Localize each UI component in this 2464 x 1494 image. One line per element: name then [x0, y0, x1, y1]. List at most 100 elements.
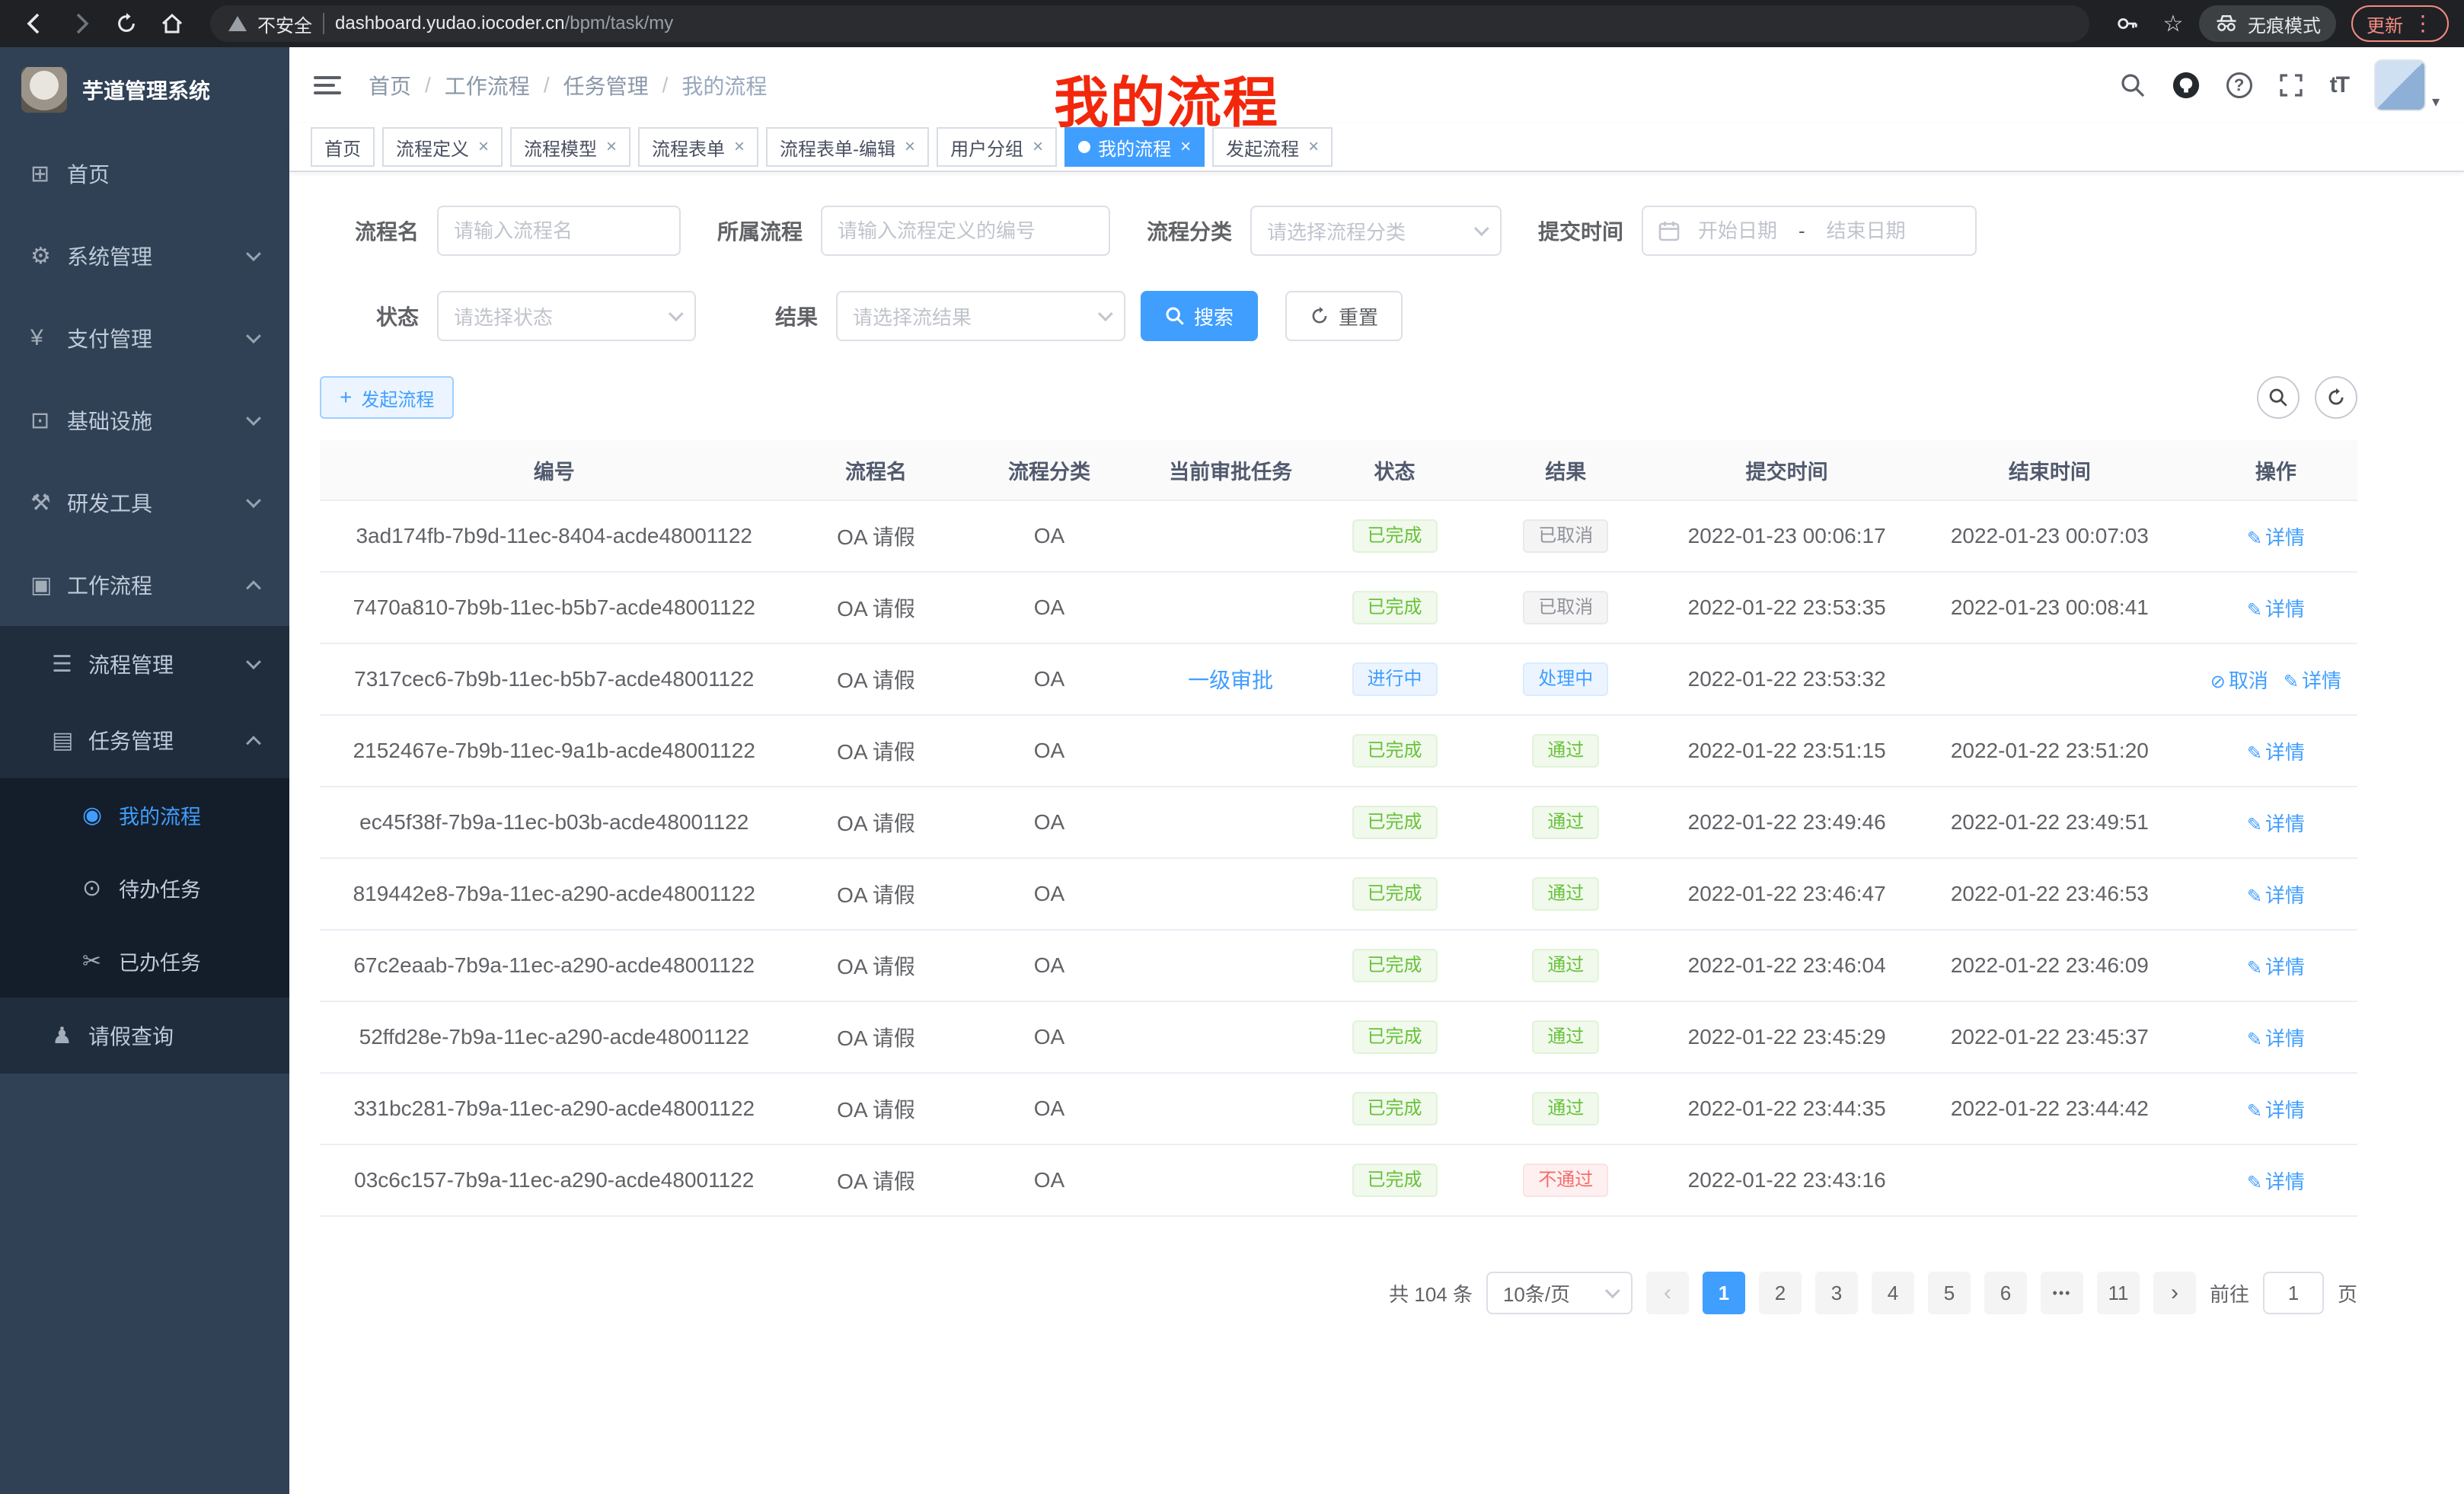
- detail-link[interactable]: ✎详情: [2247, 884, 2305, 907]
- cell-result: 通过: [1463, 877, 1668, 911]
- toggle-search-button[interactable]: [2257, 376, 2300, 419]
- search-icon[interactable]: [2120, 72, 2146, 98]
- tab-home[interactable]: 首页: [311, 127, 375, 167]
- tab-process-form[interactable]: 流程表单×: [638, 127, 758, 167]
- cell-category: OA: [964, 1025, 1135, 1049]
- status-select[interactable]: 请选择状态: [437, 291, 696, 341]
- help-icon[interactable]: ?: [2226, 72, 2252, 98]
- page-button[interactable]: 11: [2097, 1272, 2140, 1314]
- cell-id: 2152467e-7b9b-11ec-9a1b-acde48001122: [320, 739, 788, 763]
- close-icon[interactable]: ×: [1308, 136, 1319, 158]
- tab-process-form-edit[interactable]: 流程表单-编辑×: [766, 127, 929, 167]
- current-task-link[interactable]: 一级审批: [1188, 669, 1273, 692]
- hamburger-icon[interactable]: [314, 76, 341, 94]
- cell-actions: ✎详情: [2194, 880, 2357, 908]
- search-button[interactable]: 搜索: [1141, 291, 1258, 341]
- close-icon[interactable]: ×: [734, 136, 745, 158]
- date-range-picker[interactable]: -: [1642, 206, 1977, 256]
- back-icon[interactable]: [15, 4, 55, 43]
- forward-icon[interactable]: [61, 4, 101, 43]
- active-dot: [1078, 141, 1090, 153]
- home-icon[interactable]: [152, 4, 192, 43]
- tab-my-process[interactable]: 我的流程×: [1064, 127, 1205, 167]
- category-select[interactable]: 请选择流程分类: [1250, 206, 1502, 256]
- detail-link[interactable]: ✎详情: [2247, 1170, 2305, 1193]
- user-menu[interactable]: ▾: [2374, 59, 2440, 111]
- detail-link[interactable]: ✎详情: [2247, 812, 2305, 835]
- sidebar-item-system[interactable]: ⚙ 系统管理: [0, 215, 289, 297]
- sidebar: 芋道管理系统 ⊞ 首页 ⚙ 系统管理 ¥ 支付管理 ⊡ 基础设施 ⚒ 研发工具 …: [0, 47, 289, 1494]
- detail-link[interactable]: ✎详情: [2247, 526, 2305, 549]
- sidebar-item-my-process[interactable]: ◉ 我的流程: [0, 778, 289, 851]
- page-button[interactable]: 1: [1703, 1272, 1745, 1314]
- cancel-link[interactable]: ⊘取消: [2210, 669, 2268, 692]
- update-button[interactable]: 更新 ⋮: [2351, 5, 2449, 42]
- process-id-input[interactable]: [838, 219, 1093, 243]
- prev-page-button[interactable]: ‹: [1646, 1272, 1689, 1314]
- tab-process-model[interactable]: 流程模型×: [510, 127, 630, 167]
- breadcrumb-home[interactable]: 首页: [369, 70, 411, 101]
- page-button[interactable]: 2: [1759, 1272, 1802, 1314]
- detail-link[interactable]: ✎详情: [2247, 598, 2305, 621]
- bookmark-star-icon[interactable]: ☆: [2153, 4, 2193, 43]
- detail-link[interactable]: ✎详情: [2247, 1099, 2305, 1122]
- sidebar-item-leave-query[interactable]: ♟ 请假查询: [0, 998, 289, 1074]
- detail-link[interactable]: ✎详情: [2247, 1027, 2305, 1050]
- end-date-input[interactable]: [1818, 219, 1915, 243]
- sidebar-item-task-management[interactable]: ▤ 任务管理: [0, 702, 289, 778]
- status-badge: 已完成: [1352, 1092, 1438, 1125]
- font-size-icon[interactable]: tT: [2330, 72, 2348, 98]
- sidebar-item-workflow[interactable]: ▣ 工作流程: [0, 544, 289, 626]
- detail-link[interactable]: ✎详情: [2247, 741, 2305, 764]
- cell-category: OA: [964, 1168, 1135, 1192]
- github-icon[interactable]: [2172, 71, 2201, 100]
- close-icon[interactable]: ×: [1033, 136, 1043, 158]
- page-button[interactable]: 3: [1815, 1272, 1858, 1314]
- address-bar[interactable]: 不安全 dashboard.yudao.iocoder.cn/bpm/task/…: [210, 5, 2089, 42]
- refresh-button[interactable]: [2315, 376, 2357, 419]
- sidebar-item-done-tasks[interactable]: ✂ 已办任务: [0, 924, 289, 998]
- dashboard-icon: ⊞: [30, 161, 67, 187]
- close-icon[interactable]: ×: [905, 136, 915, 158]
- sidebar-item-payment[interactable]: ¥ 支付管理: [0, 297, 289, 379]
- result-select[interactable]: 请选择流结果: [836, 291, 1125, 341]
- page-button[interactable]: 6: [1984, 1272, 2027, 1314]
- sidebar-item-todo-tasks[interactable]: ⊙ 待办任务: [0, 851, 289, 924]
- reset-button[interactable]: 重置: [1285, 291, 1403, 341]
- start-date-input[interactable]: [1689, 219, 1786, 243]
- tab-start-process[interactable]: 发起流程×: [1212, 127, 1333, 167]
- close-icon[interactable]: ×: [478, 136, 489, 158]
- tab-process-definition[interactable]: 流程定义×: [382, 127, 503, 167]
- menu-kebab-icon[interactable]: ⋮: [2412, 13, 2434, 34]
- fullscreen-icon[interactable]: [2278, 72, 2304, 98]
- page-button[interactable]: 5: [1928, 1272, 1971, 1314]
- table-row: 7317cec6-7b9b-11ec-b5b7-acde48001122 OA …: [320, 644, 2357, 716]
- detail-link[interactable]: ✎详情: [2247, 956, 2305, 978]
- cell-id: 3ad174fb-7b9d-11ec-8404-acde48001122: [320, 524, 788, 548]
- more-pages-button[interactable]: •••: [2041, 1272, 2083, 1314]
- breadcrumb: 首页 / 工作流程 / 任务管理 / 我的流程: [369, 70, 767, 101]
- tools-icon: ⚒: [30, 490, 67, 516]
- key-icon[interactable]: [2108, 4, 2147, 43]
- cell-status: 已完成: [1326, 949, 1463, 982]
- sidebar-item-home[interactable]: ⊞ 首页: [0, 132, 289, 215]
- cell-actions: ✎详情: [2194, 522, 2357, 551]
- start-process-button[interactable]: + 发起流程: [320, 376, 454, 419]
- page-button[interactable]: 4: [1872, 1272, 1914, 1314]
- sidebar-item-devtools[interactable]: ⚒ 研发工具: [0, 461, 289, 544]
- sidebar-item-infrastructure[interactable]: ⊡ 基础设施: [0, 379, 289, 461]
- close-icon[interactable]: ×: [606, 136, 617, 158]
- breadcrumb-task-management[interactable]: 任务管理: [563, 70, 649, 101]
- next-page-button[interactable]: ›: [2153, 1272, 2196, 1314]
- process-name-input[interactable]: [454, 219, 664, 243]
- page-size-select[interactable]: 10条/页: [1486, 1272, 1633, 1314]
- detail-link[interactable]: ✎详情: [2284, 669, 2341, 692]
- tab-user-group[interactable]: 用户分组×: [937, 127, 1057, 167]
- close-icon[interactable]: ×: [1180, 136, 1191, 158]
- goto-page-input[interactable]: [2263, 1272, 2324, 1314]
- incognito-label: 无痕模式: [2248, 11, 2321, 37]
- cell-result: 通过: [1463, 949, 1668, 982]
- reload-icon[interactable]: [107, 4, 146, 43]
- sidebar-item-process-management[interactable]: ☰ 流程管理: [0, 626, 289, 702]
- breadcrumb-workflow[interactable]: 工作流程: [445, 70, 530, 101]
